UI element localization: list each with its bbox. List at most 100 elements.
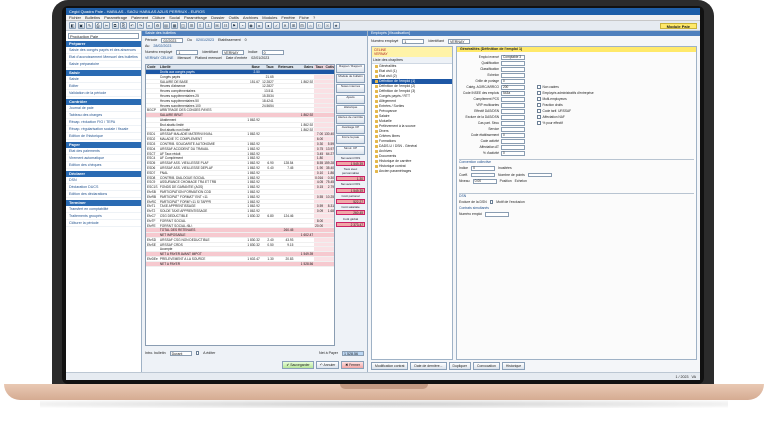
menu-item[interactable]: Fenêtre bbox=[281, 15, 295, 20]
toolbar-icon[interactable]: ☰ bbox=[188, 22, 195, 29]
form-checkbox[interactable] bbox=[537, 91, 541, 95]
toolbar-icon[interactable]: ★ bbox=[332, 22, 340, 29]
employee-action-button[interactable]: Convocation bbox=[473, 362, 500, 370]
menu-item[interactable]: Bulletins bbox=[85, 15, 100, 20]
toolbar-icon[interactable]: ↷ bbox=[137, 22, 144, 29]
grid-column-header[interactable]: Gains bbox=[294, 65, 314, 69]
form-checkbox[interactable] bbox=[537, 121, 541, 125]
sidebar-item[interactable]: Etat des paiements bbox=[66, 148, 141, 155]
form-input[interactable] bbox=[501, 61, 525, 66]
convention-niveau-field[interactable]: 0.00 bbox=[472, 179, 497, 184]
indice-field[interactable]: 0 bbox=[261, 49, 284, 55]
sidebar-item[interactable]: Traitements groupés bbox=[66, 213, 141, 220]
convention-points-field[interactable] bbox=[527, 172, 552, 178]
sidebar-item[interactable]: Clôturer la période bbox=[66, 220, 141, 227]
emp-num-field[interactable]: 1 bbox=[402, 38, 425, 44]
form-input[interactable] bbox=[501, 127, 525, 132]
toolbar-icon[interactable]: ✂ bbox=[103, 22, 110, 29]
toolbar-icon[interactable]: ⧉ bbox=[111, 22, 119, 29]
toolbar-icon[interactable]: ⇪ bbox=[196, 22, 204, 29]
sidebar-item[interactable]: Edition des chèques bbox=[66, 162, 141, 169]
form-checkbox[interactable] bbox=[537, 97, 541, 101]
form-checkbox[interactable] bbox=[537, 109, 541, 113]
side-button[interactable]: Force la paie bbox=[336, 135, 365, 145]
toolbar-icon[interactable]: ⌂ bbox=[307, 22, 314, 29]
toolbar-icon[interactable]: ⇩ bbox=[205, 22, 212, 29]
toolbar-icon[interactable]: ▦ bbox=[171, 22, 178, 29]
ident-field[interactable]: VERNAY bbox=[221, 49, 244, 55]
form-checkbox[interactable] bbox=[537, 103, 541, 107]
side-button[interactable]: Historique bbox=[336, 104, 365, 114]
toolbar-icon[interactable]: ⎘ bbox=[120, 22, 127, 29]
module-badge[interactable]: Module Paie bbox=[659, 22, 697, 29]
form-input[interactable] bbox=[501, 145, 525, 150]
grid-column-header[interactable]: Libellé bbox=[160, 65, 237, 69]
toolbar-icon[interactable]: ◂ bbox=[264, 22, 272, 29]
toolbar-icon[interactable]: ⎙ bbox=[94, 22, 102, 29]
form-input[interactable]: 0 bbox=[501, 79, 525, 84]
form-input[interactable] bbox=[501, 73, 525, 78]
toolbar-icon[interactable]: ✎ bbox=[86, 22, 93, 29]
grid-column-header[interactable]: Code bbox=[146, 65, 160, 69]
side-button[interactable]: Rappel / Rapport bbox=[336, 64, 365, 73]
sidebar-item[interactable]: Edition de l'historique bbox=[66, 133, 141, 140]
sidebar-item[interactable]: Validation de la période bbox=[66, 90, 141, 97]
toolbar-icon[interactable]: ◧ bbox=[69, 22, 76, 29]
toolbar-icon[interactable]: ◔ bbox=[239, 22, 246, 29]
menu-item[interactable]: Archives bbox=[243, 15, 258, 20]
form-input[interactable] bbox=[501, 67, 525, 72]
intro-select[interactable]: Durant bbox=[169, 350, 192, 356]
form-input[interactable] bbox=[501, 97, 525, 102]
sidebar-item[interactable]: DSN bbox=[66, 177, 141, 184]
toolbar-icon[interactable]: ⊞ bbox=[290, 22, 297, 29]
toolbar-icon[interactable]: ☷ bbox=[222, 22, 229, 29]
grid-column-header[interactable]: Base bbox=[237, 65, 261, 69]
sidebar-item[interactable]: Etat d'accroissement Mensuel des bulleti… bbox=[66, 54, 141, 61]
employe-field[interactable]: 1 bbox=[176, 49, 199, 55]
menu-item[interactable]: Outils bbox=[229, 15, 239, 20]
form-input[interactable]: 200 bbox=[501, 85, 525, 90]
menu-item[interactable]: Fiche bbox=[299, 15, 309, 20]
sidebar-item[interactable]: Tableau des charges bbox=[66, 112, 141, 119]
sidebar-item[interactable]: Déclaration DUCS bbox=[66, 184, 141, 191]
sidebar-item[interactable]: Saisie des congés payés et des absences bbox=[66, 47, 141, 54]
sidebar-item[interactable]: Saisie préparatoire bbox=[66, 61, 141, 68]
cancel-button[interactable]: ↶ Annuler bbox=[315, 361, 340, 369]
side-button[interactable]: Modèle de bulletin bbox=[336, 74, 365, 84]
dsn-numero-field[interactable] bbox=[485, 212, 509, 217]
form-input[interactable] bbox=[501, 103, 525, 108]
periode-field[interactable]: 02/2023 bbox=[161, 37, 184, 43]
toolbar-icon[interactable]: ◉ bbox=[247, 22, 255, 29]
toolbar-icon[interactable]: ▣ bbox=[77, 22, 85, 29]
form-input[interactable] bbox=[501, 109, 525, 114]
close-button[interactable]: ✖ Fermer bbox=[341, 361, 364, 369]
form-input[interactable]: 0 bbox=[501, 133, 525, 138]
menu-item[interactable]: Fichier bbox=[69, 15, 81, 20]
menu-item[interactable]: Paiement bbox=[131, 15, 148, 20]
side-button[interactable]: Avantage CP bbox=[336, 125, 365, 135]
sidebar-item[interactable]: Saisie bbox=[66, 76, 141, 83]
edit-checkbox[interactable] bbox=[195, 351, 200, 355]
grid-column-header[interactable]: Retenues bbox=[275, 65, 295, 69]
menu-item[interactable]: Paramétrage bbox=[104, 15, 127, 20]
form-input[interactable] bbox=[501, 115, 525, 120]
toolbar-icon[interactable]: ▸ bbox=[256, 22, 263, 29]
sidebar-module-select[interactable]: Production Paie bbox=[68, 33, 139, 39]
toolbar-icon[interactable]: ⚑ bbox=[230, 22, 238, 29]
sidebar-item[interactable]: Récap. régularisation sociale / fiscale bbox=[66, 126, 141, 133]
dsn-exclude-checkbox[interactable] bbox=[489, 200, 494, 204]
sidebar-item[interactable]: Récap. réduction FIG / TEPA bbox=[66, 119, 141, 126]
side-button[interactable]: Alertes de contrôle bbox=[336, 114, 365, 124]
save-button[interactable]: ✔ Sauvegarder bbox=[282, 361, 314, 369]
side-button[interactable]: Ajouts bbox=[336, 94, 365, 104]
form-input[interactable]: Comptable 3 bbox=[501, 55, 525, 60]
form-checkbox[interactable] bbox=[537, 85, 541, 89]
employee-action-button[interactable]: Historique bbox=[501, 362, 526, 370]
employee-action-button[interactable]: Modification contrat bbox=[371, 362, 409, 370]
toolbar-icon[interactable]: ▤ bbox=[162, 22, 170, 29]
menu-item[interactable]: Modules bbox=[262, 15, 277, 20]
side-button[interactable]: Simul. CP bbox=[336, 145, 365, 155]
toolbar-icon[interactable]: ⚙ bbox=[154, 22, 161, 29]
menu-item[interactable]: Paramétrage bbox=[184, 15, 207, 20]
menu-item[interactable]: Social bbox=[169, 15, 180, 20]
